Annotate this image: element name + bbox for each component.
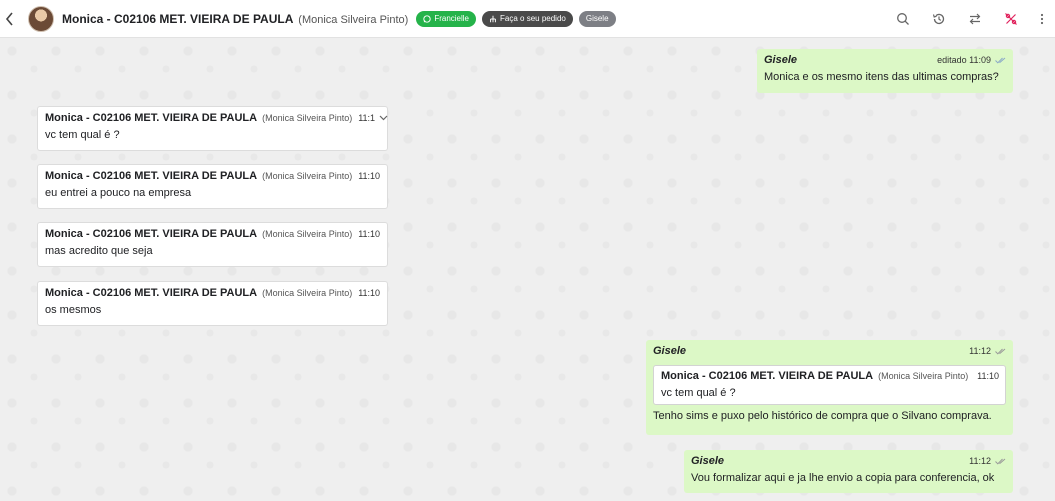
quoted-time: 11:10 [977,371,999,381]
more-button[interactable] [1029,0,1055,38]
discount-button[interactable] [993,0,1029,38]
message-time: 11:10 [358,229,381,239]
message-incoming[interactable]: Monica - C02106 MET. VIEIRA DE PAULA (Mo… [37,281,388,326]
message-time-value: 11:12 [969,456,991,466]
message-time: 11:10 [358,171,381,181]
search-button[interactable] [885,0,921,38]
percent-off-icon [1005,13,1017,25]
history-button[interactable] [921,0,957,38]
contact-title[interactable]: Monica - C02106 MET. VIEIRA DE PAULA (Mo… [62,12,408,26]
message-outgoing[interactable]: Gisele 11:12 Monica - C02106 MET. VIEIRA… [646,340,1013,435]
history-icon [932,13,945,25]
message-text: vc tem qual é ? [45,129,120,141]
message-time: 11:12 [969,456,1006,466]
message-text: mas acredito que seja [45,245,153,257]
whatsapp-icon [423,14,432,23]
message-sender: Monica - C02106 MET. VIEIRA DE PAULA [45,170,258,182]
assignee-badge[interactable]: Gisele [578,10,616,27]
message-sender-sub: (Monica Silveira Pinto) [262,229,353,239]
quoted-message[interactable]: Monica - C02106 MET. VIEIRA DE PAULA (Mo… [653,365,1006,405]
message-sender-sub: (Monica Silveira Pinto) [262,171,353,181]
avatar[interactable] [28,5,54,32]
transfer-icon [969,13,981,25]
contact-subtitle: (Monica Silveira Pinto) [298,13,409,26]
flow-badge[interactable]: Faça o seu pedido [482,10,573,27]
message-time: editado 11:09 [937,55,1006,65]
message-sender: Gisele [764,54,798,66]
header-actions [885,0,1055,38]
double-check-icon [995,458,1006,465]
message-text: os mesmos [45,304,102,316]
message-text: Vou formalizar aqui e ja lhe envio a cop… [691,472,995,484]
message-sender: Monica - C02106 MET. VIEIRA DE PAULA [45,228,258,240]
agent-badge[interactable]: Francielle [416,10,477,27]
more-icon [1040,13,1044,25]
message-outgoing[interactable]: Gisele 11:12 Vou formalizar aqui e ja lh… [684,450,1013,493]
message-sender: Gisele [653,345,687,357]
message-time: 11:1 [358,113,388,123]
transfer-button[interactable] [957,0,993,38]
message-text: Monica e os mesmo itens das ultimas comp… [764,71,999,83]
search-icon [897,13,909,25]
message-sender-sub: (Monica Silveira Pinto) [262,288,353,298]
message-outgoing[interactable]: Gisele editado 11:09 Monica e os mesmo i… [757,49,1013,93]
message-sender: Monica - C02106 MET. VIEIRA DE PAULA [45,112,258,124]
quoted-text: vc tem qual é ? [661,387,736,399]
message-incoming[interactable]: Monica - C02106 MET. VIEIRA DE PAULA (Mo… [37,164,388,209]
tree-icon [490,15,496,22]
agent-badge-label: Francielle [434,14,470,23]
chat-area[interactable]: Gisele editado 11:09 Monica e os mesmo i… [0,39,1055,501]
message-time: 11:12 [969,346,1006,356]
quoted-sender: Monica - C02106 MET. VIEIRA DE PAULA [661,370,874,382]
message-sender: Monica - C02106 MET. VIEIRA DE PAULA [45,287,258,299]
message-time-value: 11:1 [358,113,376,123]
assignee-badge-label: Gisele [585,14,609,23]
message-sender: Gisele [691,455,725,467]
message-edited-time: editado 11:09 [937,55,991,65]
double-check-icon [995,57,1006,64]
chevron-down-icon[interactable] [379,115,388,121]
message-incoming[interactable]: Monica - C02106 MET. VIEIRA DE PAULA (Mo… [37,222,388,267]
chat-header: Monica - C02106 MET. VIEIRA DE PAULA (Mo… [0,0,1055,38]
back-button[interactable] [0,0,20,38]
contact-name: Monica - C02106 MET. VIEIRA DE PAULA [62,11,293,26]
message-time: 11:10 [358,288,381,298]
message-time-value: 11:12 [969,346,991,356]
message-text: eu entrei a pouco na empresa [45,187,192,199]
chevron-left-icon [5,11,13,26]
quoted-sender-sub: (Monica Silveira Pinto) [878,371,969,381]
double-check-icon [995,348,1006,355]
flow-badge-label: Faça o seu pedido [500,14,566,23]
message-sender-sub: (Monica Silveira Pinto) [262,113,353,123]
message-text: Tenho sims e puxo pelo histórico de comp… [653,410,992,422]
message-incoming[interactable]: Monica - C02106 MET. VIEIRA DE PAULA (Mo… [37,106,388,151]
